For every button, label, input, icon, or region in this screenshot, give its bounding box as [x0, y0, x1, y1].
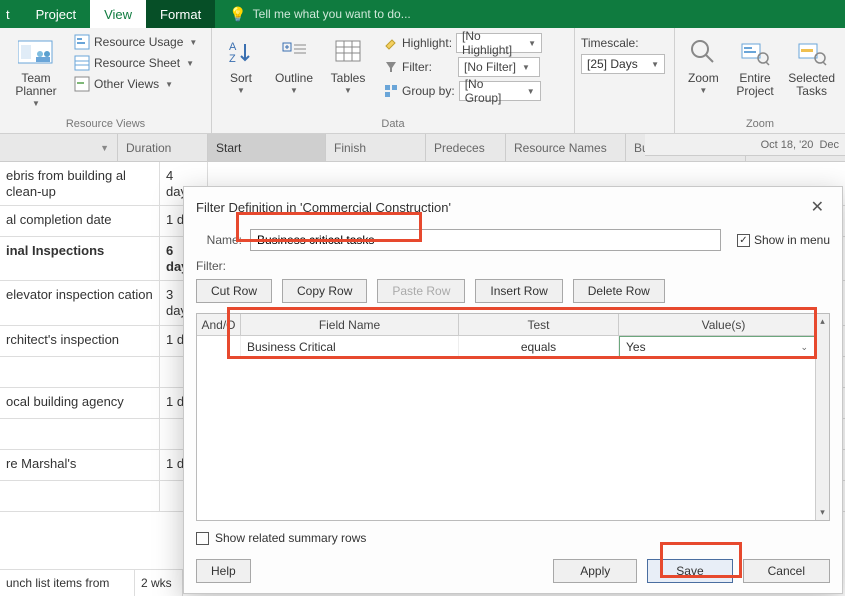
highlight-icon: [384, 36, 398, 50]
col-name[interactable]: ▼: [0, 134, 118, 161]
outline-icon: [276, 34, 312, 70]
checkbox-empty-icon: [196, 532, 209, 545]
close-icon[interactable]: ✕: [805, 195, 830, 219]
sort-icon: AZ: [223, 34, 259, 70]
timescale-selector[interactable]: [25] Days▼: [581, 54, 665, 74]
chevron-down-icon: ⌄: [800, 342, 808, 353]
outline-button[interactable]: Outline ▼: [268, 32, 320, 116]
scrollbar[interactable]: ▴▾: [815, 314, 829, 520]
svg-text:A: A: [229, 41, 237, 53]
team-planner-button[interactable]: TeamPlanner ▼: [6, 32, 66, 116]
criteria-row[interactable]: Business Critical equals Yes ⌄: [197, 336, 829, 358]
bulb-icon: 💡: [229, 6, 246, 23]
chevron-down-icon: ▼: [237, 86, 245, 95]
tell-me-search[interactable]: 💡 Tell me what you want to do...: [215, 0, 845, 28]
highlight-selector[interactable]: Highlight: [No Highlight]▼: [382, 32, 544, 54]
tables-button[interactable]: Tables ▼: [324, 32, 372, 116]
show-in-menu-checkbox[interactable]: ✓ Show in menu: [737, 233, 830, 247]
col-values[interactable]: Value(s): [619, 314, 829, 335]
tab-project[interactable]: Project: [22, 0, 90, 28]
apply-button[interactable]: Apply: [553, 559, 637, 583]
save-button[interactable]: Save: [647, 559, 732, 583]
team-planner-label: TeamPlanner: [15, 72, 56, 98]
entire-project-button[interactable]: EntireProject: [730, 32, 781, 116]
selected-tasks-label: SelectedTasks: [788, 72, 835, 98]
criteria-table: And/O Field Name Test Value(s) Business …: [196, 313, 830, 521]
resource-usage-icon: [74, 34, 90, 50]
filter-section-label: Filter:: [196, 259, 830, 273]
entire-project-label: EntireProject: [736, 72, 773, 98]
other-views-icon: [74, 76, 90, 92]
zoom-button[interactable]: Zoom ▼: [681, 32, 726, 116]
resource-sheet-button[interactable]: Resource Sheet ▼: [70, 53, 201, 73]
chevron-down-icon: ▼: [699, 86, 707, 95]
chevron-down-icon: ▼: [32, 99, 40, 108]
copy-row-button[interactable]: Copy Row: [282, 279, 367, 303]
insert-row-button[interactable]: Insert Row: [475, 279, 562, 303]
chevron-down-icon: ▼: [186, 59, 194, 68]
tab-format[interactable]: Format: [146, 0, 215, 28]
name-label: Name:: [196, 233, 242, 247]
tables-icon: [330, 34, 366, 70]
col-test[interactable]: Test: [459, 314, 619, 335]
cell-test[interactable]: equals: [459, 336, 619, 358]
col-andor[interactable]: And/O: [197, 314, 241, 335]
resource-sheet-icon: [74, 55, 90, 71]
chevron-down-icon: ▼: [189, 38, 197, 47]
tab-partial[interactable]: t: [0, 0, 22, 28]
cancel-button[interactable]: Cancel: [743, 559, 830, 583]
group-label-zoom: Zoom: [675, 116, 845, 133]
sort-button[interactable]: AZ Sort ▼: [218, 32, 264, 116]
chevron-down-icon: ▼: [165, 80, 173, 89]
zoom-icon: [685, 34, 721, 70]
col-finish[interactable]: Finish: [326, 134, 426, 161]
cell-andor[interactable]: [197, 336, 241, 358]
show-summary-checkbox[interactable]: Show related summary rows: [196, 531, 830, 545]
chevron-down-icon: ▼: [344, 86, 352, 95]
selected-tasks-button[interactable]: SelectedTasks: [784, 32, 839, 116]
filter-name-input[interactable]: [250, 229, 721, 251]
group-icon: [384, 84, 398, 98]
col-field-name[interactable]: Field Name: [241, 314, 459, 335]
delete-row-button[interactable]: Delete Row: [573, 279, 665, 303]
team-planner-icon: [18, 34, 54, 70]
help-button[interactable]: Help: [196, 559, 251, 583]
chevron-down-icon: ▼: [290, 86, 298, 95]
ribbon: TeamPlanner ▼ Resource Usage ▼ Resource …: [0, 28, 845, 134]
group-label-data: Data: [212, 116, 574, 133]
col-start[interactable]: Start: [208, 134, 326, 161]
cell-value-dropdown[interactable]: Yes ⌄: [619, 336, 815, 358]
cut-row-button[interactable]: Cut Row: [196, 279, 272, 303]
group-label-resource-views: Resource Views: [0, 116, 211, 133]
selected-tasks-icon: [794, 34, 830, 70]
timeline-band: Oct 18, '20 Dec: [645, 134, 845, 156]
bottom-row: unch list items from 2 wks: [0, 569, 183, 596]
col-resource-names[interactable]: Resource Names: [506, 134, 626, 161]
filter-icon: [384, 60, 398, 74]
cell-field[interactable]: Business Critical: [241, 336, 459, 358]
tell-me-text: Tell me what you want to do...: [253, 7, 411, 21]
filter-definition-dialog: Filter Definition in 'Commercial Constru…: [183, 186, 843, 594]
tab-view[interactable]: View: [90, 0, 146, 28]
checkbox-checked-icon: ✓: [737, 234, 750, 247]
dialog-title: Filter Definition in 'Commercial Constru…: [196, 200, 451, 215]
paste-row-button: Paste Row: [377, 279, 465, 303]
task-name[interactable]: ebris from building al clean-up: [0, 162, 160, 205]
col-predecessors[interactable]: Predeces: [426, 134, 506, 161]
ribbon-tabs: t Project View Format 💡 Tell me what you…: [0, 0, 845, 28]
groupby-selector[interactable]: Group by: [No Group]▼: [382, 80, 544, 102]
filter-selector[interactable]: Filter: [No Filter]▼: [382, 56, 544, 78]
svg-text:Z: Z: [229, 53, 236, 65]
other-views-button[interactable]: Other Views ▼: [70, 74, 201, 94]
resource-usage-button[interactable]: Resource Usage ▼: [70, 32, 201, 52]
timescale-label: Timescale:: [581, 36, 639, 50]
entire-project-icon: [737, 34, 773, 70]
col-duration[interactable]: Duration: [118, 134, 208, 161]
